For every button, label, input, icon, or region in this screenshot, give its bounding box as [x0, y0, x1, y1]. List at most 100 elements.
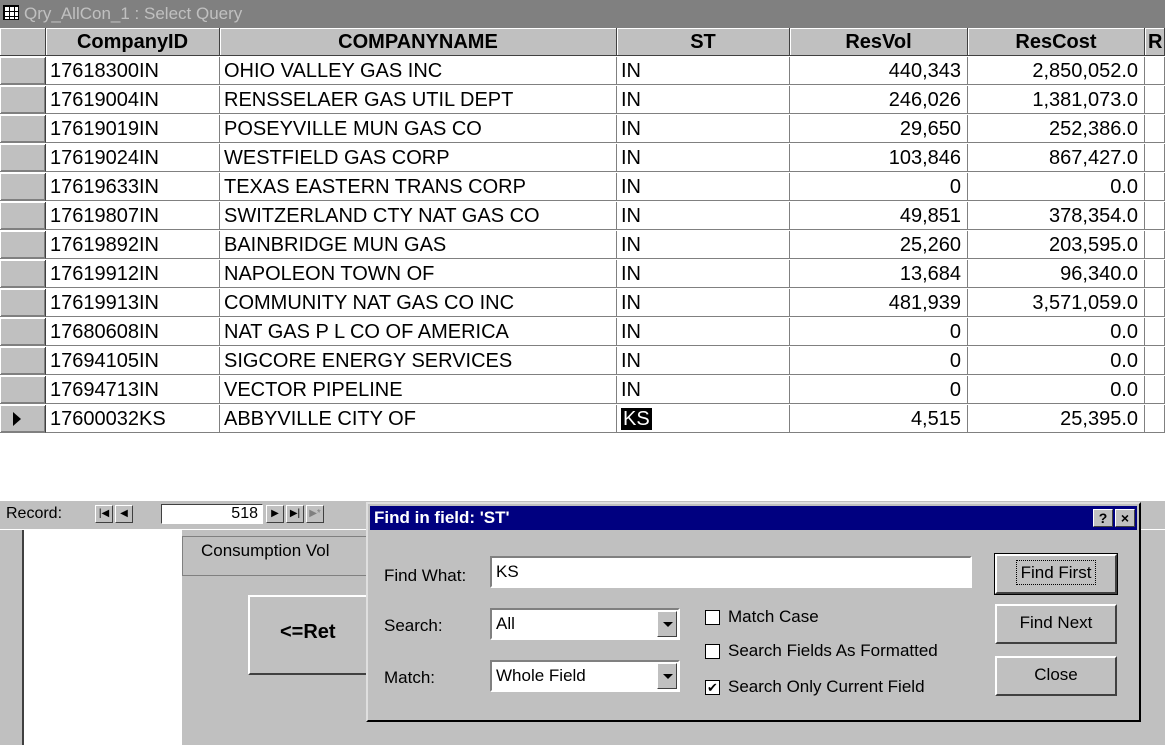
find-next-button[interactable]: Find Next [995, 604, 1117, 644]
table-cell[interactable]: 2,850,052.0 [968, 57, 1145, 85]
column-header[interactable]: COMPANYNAME [220, 28, 617, 56]
table-cell[interactable]: 252,386.0 [968, 115, 1145, 143]
record-selector[interactable] [0, 347, 46, 375]
table-cell[interactable]: 25,395.0 [968, 405, 1145, 433]
table-cell[interactable]: SIGCORE ENERGY SERVICES [220, 347, 617, 375]
first-record-icon[interactable]: |◀ [95, 505, 113, 523]
table-cell[interactable]: SWITZERLAND CTY NAT GAS CO [220, 202, 617, 230]
table-cell[interactable]: 17618300IN [46, 57, 220, 85]
match-case-checkbox[interactable] [705, 610, 720, 625]
table-cell[interactable]: IN [617, 202, 790, 230]
table-cell[interactable]: IN [617, 173, 790, 201]
next-record-icon[interactable]: ▶ [266, 505, 284, 523]
consumption-vol-field[interactable]: Consumption Vol [182, 536, 384, 576]
table-cell[interactable]: 17619807IN [46, 202, 220, 230]
table-cell[interactable]: IN [617, 318, 790, 346]
table-cell[interactable]: 4,515 [790, 405, 968, 433]
table-cell[interactable]: IN [617, 115, 790, 143]
table-cell[interactable]: IN [617, 260, 790, 288]
record-selector[interactable] [0, 376, 46, 404]
table-cell[interactable] [1145, 57, 1165, 85]
table-cell[interactable]: 246,026 [790, 86, 968, 114]
table-cell[interactable]: BAINBRIDGE MUN GAS [220, 231, 617, 259]
table-cell[interactable]: 0.0 [968, 318, 1145, 346]
table-cell[interactable]: 0.0 [968, 173, 1145, 201]
find-what-input[interactable]: KS [490, 556, 972, 588]
table-cell[interactable]: IN [617, 231, 790, 259]
table-cell[interactable]: 378,354.0 [968, 202, 1145, 230]
table-cell[interactable]: 440,343 [790, 57, 968, 85]
table-cell[interactable]: IN [617, 376, 790, 404]
table-cell[interactable] [1145, 260, 1165, 288]
record-selector[interactable] [0, 231, 46, 259]
match-dropdown-icon[interactable] [657, 663, 677, 689]
table-cell[interactable]: 0.0 [968, 376, 1145, 404]
table-cell[interactable]: 3,571,059.0 [968, 289, 1145, 317]
table-cell[interactable]: 17619004IN [46, 86, 220, 114]
table-cell[interactable]: IN [617, 144, 790, 172]
table-cell[interactable]: OHIO VALLEY GAS INC [220, 57, 617, 85]
record-selector[interactable] [0, 202, 46, 230]
record-selector[interactable] [0, 86, 46, 114]
table-cell[interactable]: 17694105IN [46, 347, 220, 375]
column-header[interactable]: ResVol [790, 28, 968, 56]
search-formatted-checkbox[interactable] [705, 644, 720, 659]
table-cell[interactable] [1145, 115, 1165, 143]
table-cell[interactable]: 17680608IN [46, 318, 220, 346]
record-selector[interactable] [0, 115, 46, 143]
table-cell[interactable]: 17619892IN [46, 231, 220, 259]
prev-record-icon[interactable]: ◀ [115, 505, 133, 523]
search-dropdown-icon[interactable] [657, 611, 677, 637]
table-cell[interactable]: IN [617, 289, 790, 317]
record-selector[interactable] [0, 173, 46, 201]
table-cell[interactable]: 103,846 [790, 144, 968, 172]
record-selector[interactable] [0, 144, 46, 172]
record-selector[interactable] [0, 260, 46, 288]
table-cell[interactable]: 17619912IN [46, 260, 220, 288]
table-cell[interactable]: 29,650 [790, 115, 968, 143]
table-cell[interactable]: COMMUNITY NAT GAS CO INC [220, 289, 617, 317]
help-button[interactable]: ? [1093, 509, 1113, 527]
table-cell[interactable] [1145, 376, 1165, 404]
select-all-corner[interactable] [0, 28, 46, 56]
table-cell[interactable] [1145, 405, 1165, 433]
table-cell[interactable]: WESTFIELD GAS CORP [220, 144, 617, 172]
table-cell[interactable]: IN [617, 86, 790, 114]
match-select[interactable]: Whole Field [490, 660, 680, 692]
table-cell[interactable]: 17619633IN [46, 173, 220, 201]
table-cell[interactable]: 1,381,073.0 [968, 86, 1145, 114]
table-cell[interactable]: 0.0 [968, 347, 1145, 375]
table-cell[interactable]: 96,340.0 [968, 260, 1145, 288]
table-cell[interactable]: 867,427.0 [968, 144, 1145, 172]
table-cell[interactable]: NAPOLEON TOWN OF [220, 260, 617, 288]
table-cell[interactable]: IN [617, 57, 790, 85]
table-cell[interactable] [1145, 144, 1165, 172]
table-cell[interactable]: TEXAS EASTERN TRANS CORP [220, 173, 617, 201]
table-cell[interactable]: 203,595.0 [968, 231, 1145, 259]
table-cell[interactable]: VECTOR PIPELINE [220, 376, 617, 404]
table-cell[interactable]: IN [617, 347, 790, 375]
table-cell[interactable] [1145, 289, 1165, 317]
table-cell[interactable]: 13,684 [790, 260, 968, 288]
table-cell[interactable]: 481,939 [790, 289, 968, 317]
record-selector[interactable] [0, 289, 46, 317]
search-current-checkbox[interactable]: ✔ [705, 680, 720, 695]
table-cell[interactable]: 0 [790, 376, 968, 404]
column-header[interactable]: CompanyID [46, 28, 220, 56]
close-x-button[interactable]: × [1115, 509, 1135, 527]
table-cell[interactable]: ABBYVILLE CITY OF [220, 405, 617, 433]
table-cell[interactable]: 0 [790, 173, 968, 201]
column-header[interactable]: ST [617, 28, 790, 56]
table-cell[interactable]: RENSSELAER GAS UTIL DEPT [220, 86, 617, 114]
query-window-titlebar[interactable]: Qry_AllCon_1 : Select Query [0, 0, 1165, 28]
record-selector[interactable] [0, 57, 46, 85]
close-button[interactable]: Close [995, 656, 1117, 696]
table-cell[interactable]: 0 [790, 318, 968, 346]
table-cell[interactable]: 49,851 [790, 202, 968, 230]
column-header[interactable]: ResCost [968, 28, 1145, 56]
table-cell[interactable]: 17619024IN [46, 144, 220, 172]
table-cell[interactable] [1145, 173, 1165, 201]
table-cell[interactable] [1145, 347, 1165, 375]
record-selector[interactable] [0, 318, 46, 346]
table-cell[interactable]: 17619019IN [46, 115, 220, 143]
